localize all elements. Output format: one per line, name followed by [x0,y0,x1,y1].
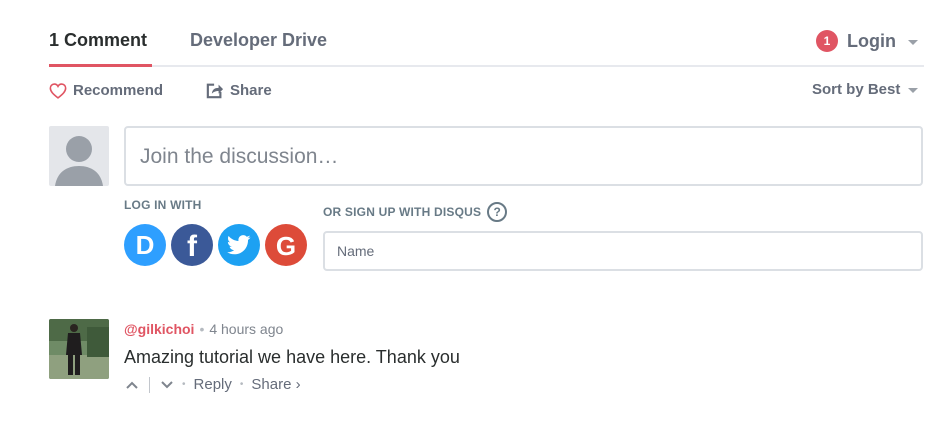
bullet-separator: • [199,321,205,337]
comment-username[interactable]: @gilkichoi [124,321,194,337]
share-label: Share [230,82,272,99]
sort-label: Sort by Best [812,81,901,98]
tab-comment-count[interactable]: 1 Comment [49,30,147,51]
comment-composer[interactable]: Join the discussion… [124,126,923,186]
twitter-login-button[interactable] [218,224,260,266]
google-login-button[interactable]: G [265,224,307,266]
tab-community[interactable]: Developer Drive [190,30,327,51]
disqus-icon: D [129,230,155,260]
heart-icon [49,82,67,99]
facebook-login-button[interactable]: f [171,224,213,266]
share-icon [206,83,224,99]
recommend-label: Recommend [73,82,164,99]
chevron-down-icon [907,39,918,45]
comment-actions: • Reply • Share › [124,376,301,393]
user-avatar-placeholder [49,126,109,186]
svg-text:G: G [276,231,296,261]
name-field[interactable] [323,231,923,271]
sign-up-text: OR SIGN UP WITH DISQUS [323,205,482,219]
nav-divider [49,65,924,67]
log-in-with-label: LOG IN WITH [124,198,202,212]
login-menu[interactable]: 1 Login [816,30,918,52]
share-button[interactable]: Share [206,82,272,99]
login-label: Login [847,30,896,51]
commenter-avatar[interactable] [49,319,109,379]
sign-up-with-disqus-label: OR SIGN UP WITH DISQUS ? [323,202,508,222]
bullet-separator: • [239,379,244,390]
notification-badge: 1 [816,30,838,52]
comment-header: @gilkichoi • 4 hours ago [124,321,283,337]
bullet-separator: • [182,379,186,390]
help-icon[interactable]: ? [487,202,508,222]
commenter-photo [49,319,109,379]
vote-divider [149,376,150,393]
comment-timestamp[interactable]: 4 hours ago [209,321,283,337]
composer-placeholder: Join the discussion… [140,145,339,168]
sort-dropdown[interactable]: Sort by Best [812,81,919,98]
twitter-icon [227,235,251,255]
person-silhouette-icon [55,136,103,186]
svg-text:f: f [187,230,198,263]
recommend-button[interactable]: Recommend [49,82,163,99]
svg-text:D: D [136,230,155,260]
google-icon: G [276,231,296,261]
facebook-icon: f [187,230,198,263]
upvote-icon[interactable] [125,380,139,390]
active-tab-indicator [49,64,152,67]
chevron-down-icon [908,88,919,93]
comment-body: Amazing tutorial we have here. Thank you [124,347,460,367]
reply-button[interactable]: Reply [194,376,232,393]
downvote-icon[interactable] [160,380,174,390]
comment-share-button[interactable]: Share › [251,376,300,393]
disqus-login-button[interactable]: D [124,224,166,266]
